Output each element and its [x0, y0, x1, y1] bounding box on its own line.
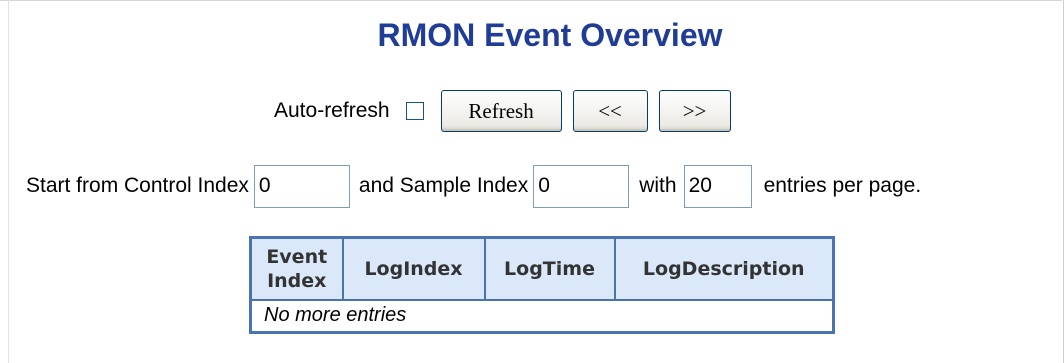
frame-top-border: [0, 0, 1062, 1]
event-log-table: Event Index LogIndex LogTime LogDescript…: [249, 236, 835, 334]
column-header-logtime: LogTime: [483, 236, 616, 301]
refresh-toolbar: Auto-refresh Refresh << >>: [274, 88, 731, 134]
column-header-logindex: LogIndex: [341, 236, 486, 301]
empty-table-message: No more entries: [249, 299, 835, 333]
table-row: No more entries: [249, 299, 835, 333]
control-index-input[interactable]: [253, 164, 350, 208]
column-header-logdescription: LogDescription: [613, 236, 835, 301]
auto-refresh-label: Auto-refresh: [274, 99, 390, 122]
refresh-button[interactable]: Refresh: [440, 90, 562, 132]
next-page-button[interactable]: >>: [658, 90, 731, 132]
table-header-row: Event Index LogIndex LogTime LogDescript…: [249, 236, 835, 301]
entries-per-page-input[interactable]: [683, 164, 752, 208]
sample-index-label: and Sample Index: [358, 174, 529, 197]
start-from-control-index-label: Start from Control Index: [26, 174, 249, 197]
entries-per-page-label: entries per page.: [763, 174, 922, 197]
sample-index-input[interactable]: [533, 164, 630, 208]
column-header-event-index: Event Index: [249, 236, 344, 301]
frame-left-border: [8, 0, 9, 363]
page-title: RMON Event Overview: [377, 17, 723, 53]
previous-page-button[interactable]: <<: [572, 90, 648, 132]
paging-form: Start from Control Index and Sample Inde…: [26, 163, 921, 209]
auto-refresh-checkbox[interactable]: [405, 102, 424, 120]
with-label: with: [639, 174, 677, 197]
